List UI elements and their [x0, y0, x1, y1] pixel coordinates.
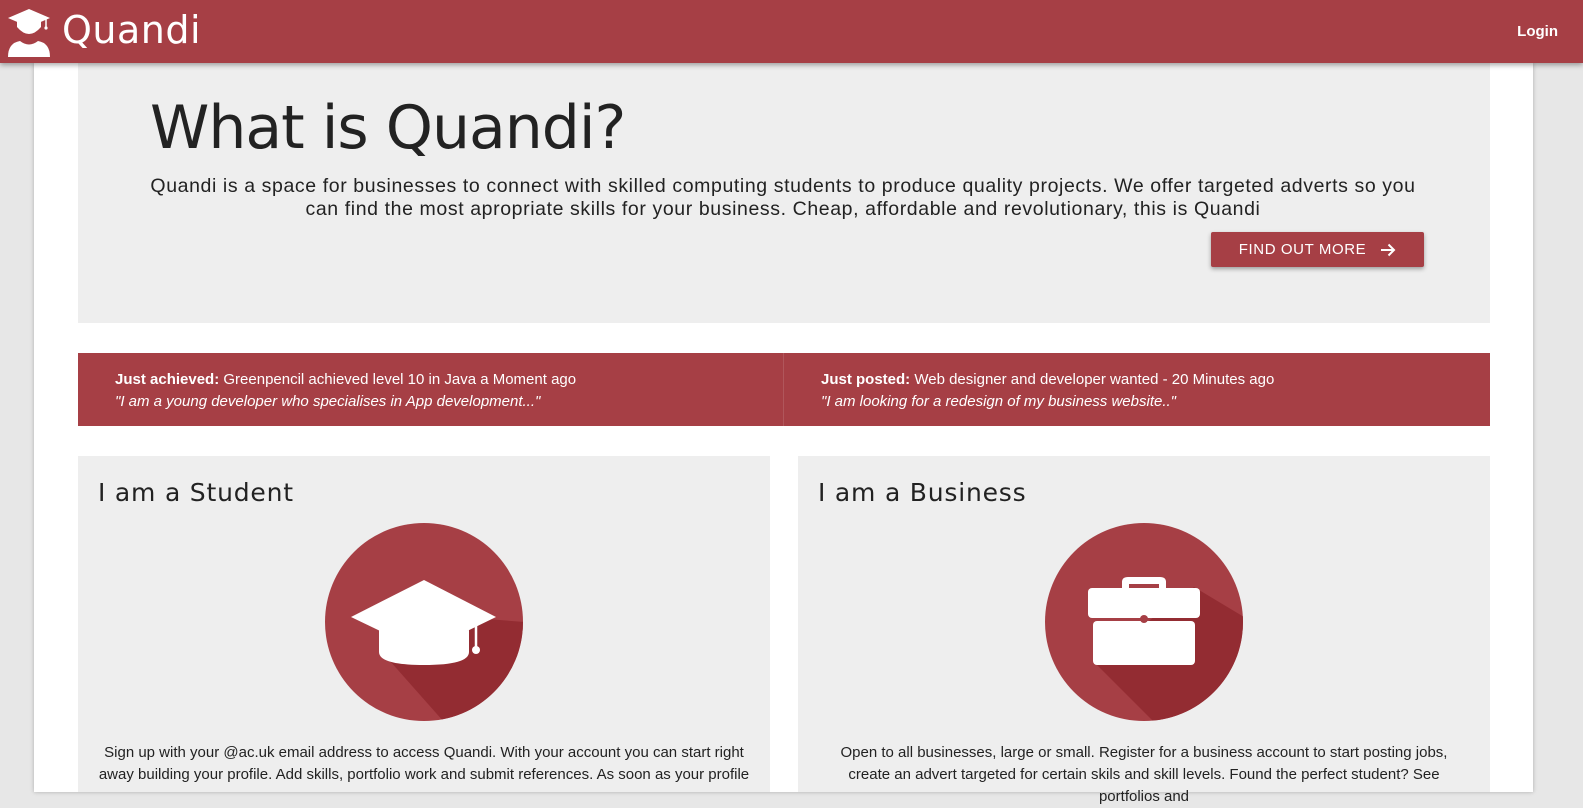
main-content: What is Quandi? Quandi is a space for bu… — [34, 63, 1533, 805]
briefcase-icon — [1045, 523, 1243, 721]
brand-name[interactable]: Quandi — [62, 8, 201, 52]
just-achieved-line: Just achieved: Greenpencil achieved leve… — [115, 371, 576, 388]
business-card[interactable]: I am a Business Open to all businesses, … — [798, 456, 1490, 805]
arrow-right-icon — [1381, 243, 1396, 256]
business-card-title: I am a Business — [818, 478, 1027, 507]
just-achieved-quote: "I am a young developer who specialises … — [115, 393, 541, 410]
top-navbar: Quandi Login — [0, 0, 1583, 63]
login-link[interactable]: Login — [1517, 23, 1558, 40]
graduation-cap-icon — [325, 523, 523, 721]
just-posted-label: Just posted: — [821, 371, 911, 388]
just-achieved-label: Just achieved: — [115, 371, 220, 388]
student-card-title: I am a Student — [98, 478, 294, 507]
student-card[interactable]: I am a Student Sign up with your @ac.uk … — [78, 456, 770, 792]
hero-section: What is Quandi? Quandi is a space for bu… — [78, 63, 1490, 323]
just-posted-quote: "I am looking for a redesign of my busin… — [821, 393, 1176, 410]
just-achieved-text: Greenpencil achieved level 10 in Java a … — [219, 371, 577, 388]
find-out-more-button[interactable]: FIND OUT MORE — [1211, 232, 1424, 267]
just-posted-item[interactable]: Just posted: Web designer and developer … — [784, 353, 1489, 426]
student-card-text: Sign up with your @ac.uk email address t… — [98, 744, 750, 783]
activity-ticker: Just achieved: Greenpencil achieved leve… — [78, 353, 1490, 426]
just-posted-line: Just posted: Web designer and developer … — [821, 371, 1274, 388]
hero-description: Quandi is a space for businesses to conn… — [150, 175, 1416, 220]
find-out-more-label: FIND OUT MORE — [1238, 241, 1367, 258]
just-posted-text: Web designer and developer wanted - 20 M… — [910, 371, 1275, 388]
just-achieved-item[interactable]: Just achieved: Greenpencil achieved leve… — [78, 353, 784, 426]
page-title: What is Quandi? — [150, 93, 626, 163]
business-card-text: Open to all businesses, large or small. … — [840, 744, 1448, 805]
student-logo-icon[interactable] — [6, 7, 52, 57]
